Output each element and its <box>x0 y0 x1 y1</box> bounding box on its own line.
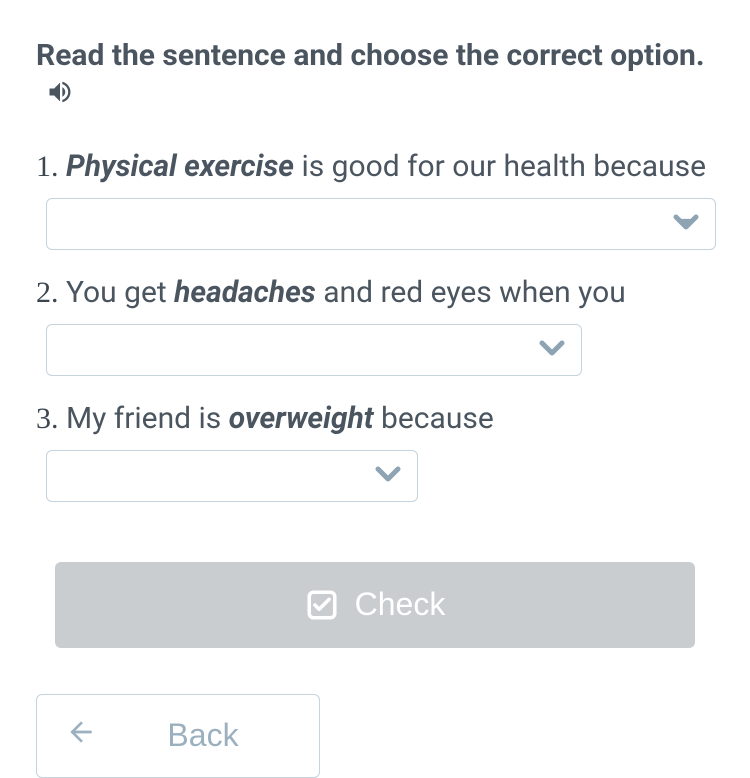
audio-icon[interactable] <box>46 77 74 118</box>
question-2-part-2: and red eyes when you <box>316 275 626 310</box>
question-2-part-1: headaches <box>174 275 316 310</box>
question-1-text: 1. Physical exercise is good for our hea… <box>36 146 714 188</box>
question-3: 3. My friend is overweight because <box>36 398 714 502</box>
question-3-number: 3. <box>36 402 59 435</box>
back-button[interactable]: Back <box>36 694 320 778</box>
instruction-text: Read the sentence and choose the correct… <box>36 38 705 73</box>
check-button[interactable]: Check <box>55 562 695 648</box>
chevron-down-icon <box>373 459 403 493</box>
question-2-number: 2. <box>36 276 59 309</box>
check-icon <box>305 588 339 622</box>
question-3-part-0: My friend is <box>59 401 229 436</box>
instruction-heading: Read the sentence and choose the correct… <box>36 36 714 118</box>
dropdown-1[interactable] <box>46 198 716 250</box>
question-1-part-1: is good for our health because <box>294 149 706 184</box>
dropdown-3[interactable] <box>46 450 418 502</box>
question-2-part-0: You get <box>59 275 175 310</box>
question-3-part-1: overweight <box>229 401 374 436</box>
question-3-part-2: because <box>374 401 494 436</box>
check-button-label: Check <box>355 586 446 623</box>
question-1-number: 1. <box>36 150 59 183</box>
question-3-text: 3. My friend is overweight because <box>36 398 714 440</box>
back-button-label: Back <box>115 717 291 754</box>
question-1: 1. Physical exercise is good for our hea… <box>36 146 714 250</box>
question-2: 2. You get headaches and red eyes when y… <box>36 272 714 376</box>
question-1-part-0: Physical exercise <box>66 149 294 184</box>
chevron-down-icon <box>537 333 567 367</box>
chevron-down-icon <box>671 207 701 241</box>
dropdown-2[interactable] <box>46 324 582 376</box>
question-2-text: 2. You get headaches and red eyes when y… <box>36 272 714 314</box>
